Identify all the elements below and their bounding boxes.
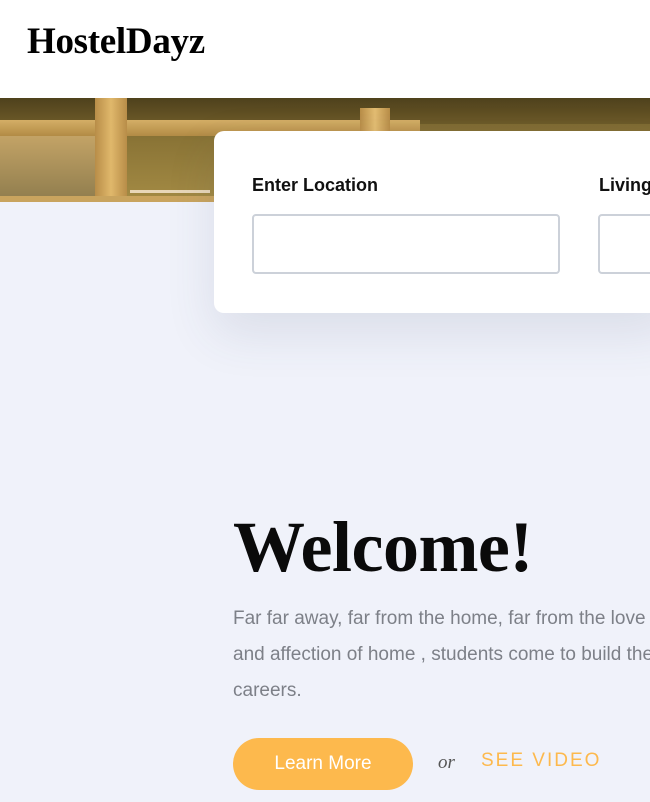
location-input[interactable] [252, 214, 560, 274]
living-input[interactable] [598, 214, 650, 274]
search-card: Enter Location Living [214, 131, 650, 313]
page: HostelDayz Enter Location Living Welcome… [0, 0, 650, 802]
welcome-heading: Welcome! [233, 507, 533, 587]
welcome-description: Far far away, far from the home, far fro… [233, 608, 650, 701]
see-video-link[interactable]: SEE VIDEO [481, 750, 601, 772]
location-label: Enter Location [252, 175, 379, 195]
living-label: Living [599, 175, 650, 195]
or-separator: or [438, 752, 455, 773]
learn-more-button[interactable]: Learn More [233, 738, 413, 790]
site-logo[interactable]: HostelDayz [27, 20, 205, 63]
site-header: HostelDayz [0, 0, 650, 98]
